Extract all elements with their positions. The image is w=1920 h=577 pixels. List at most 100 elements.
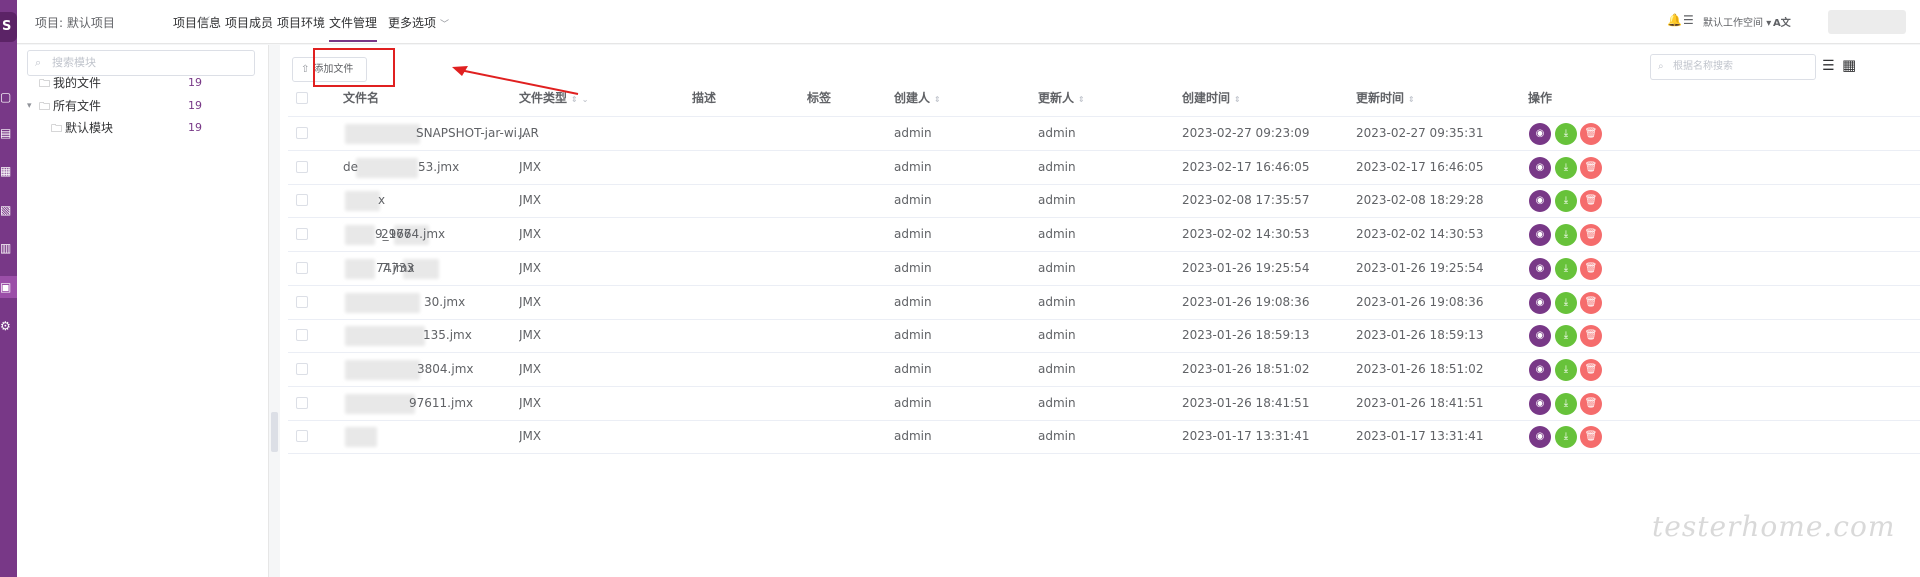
creator-cell: admin: [894, 159, 932, 174]
download-icon[interactable]: ⤓: [1555, 224, 1577, 247]
download-icon[interactable]: ⤓: [1555, 190, 1577, 213]
view-icon[interactable]: ◉: [1529, 224, 1551, 247]
row-checkbox[interactable]: [296, 295, 308, 308]
system-settings-icon[interactable]: ⚙: [0, 315, 17, 337]
app-logo[interactable]: [0, 12, 17, 42]
download-icon[interactable]: ⤓: [1555, 392, 1577, 415]
nav-project-members[interactable]: 项目成员: [225, 12, 273, 34]
nav-project-env[interactable]: 项目环境: [277, 12, 325, 34]
table-row[interactable]: 74733 7.jmx JMX admin admin 2023-01-26 19:25:…: [288, 252, 1920, 286]
delete-icon[interactable]: 🗑: [1580, 123, 1602, 145]
caret-down-icon[interactable]: ▾: [27, 95, 32, 117]
file-name-cell[interactable]: 7.jmx: [381, 252, 581, 285]
nav-more-options[interactable]: 更多选项 ﹀: [388, 12, 449, 36]
file-name-cell[interactable]: 97611.jmx: [409, 387, 609, 420]
table-row[interactable]: SNAPSHOT-jar-wi... JAR admin admin 2023-02-2…: [288, 117, 1920, 151]
row-checkbox[interactable]: [296, 329, 308, 342]
tree-node-all-files[interactable]: 🗀 所有文件: [39, 95, 101, 117]
panel-collapse-handle[interactable]: [271, 412, 278, 452]
delete-icon[interactable]: 🗑: [1580, 156, 1602, 179]
delete-icon[interactable]: 🗑: [1580, 291, 1602, 314]
track-icon[interactable]: ▤: [0, 122, 17, 144]
top-bar: 项目: 默认项目 ﹀ 项目信息 项目成员 项目环境 文件管理 更多选项 ﹀ 🔔 ☰…: [17, 0, 1920, 44]
row-checkbox[interactable]: [296, 160, 308, 173]
row-checkbox[interactable]: [296, 127, 308, 139]
table-row[interactable]: 135.jmx JMX admin admin 2023-01-26 18:59:13 2…: [288, 319, 1920, 354]
sort-icon[interactable]: ⇕: [1078, 95, 1085, 104]
view-icon[interactable]: ◉: [1529, 392, 1551, 415]
name-search-input[interactable]: ⌕ 根据名称搜索: [1650, 54, 1816, 80]
updated-time-cell: 2023-02-08 18:29:28: [1356, 193, 1484, 208]
view-icon[interactable]: ◉: [1529, 291, 1551, 314]
row-checkbox[interactable]: [296, 228, 308, 241]
table-row[interactable]: 30.jmx JMX admin admin 2023-01-26 19:08:36 20…: [288, 286, 1920, 320]
view-icon[interactable]: ◉: [1529, 426, 1551, 449]
created-time-cell: 2023-01-26 18:51:02: [1182, 361, 1310, 376]
view-icon[interactable]: ◉: [1529, 123, 1551, 145]
table-row[interactable]: de 53.jmx JMX admin admin 2023-02-17 16:46:05…: [288, 151, 1920, 185]
download-icon[interactable]: ⤓: [1555, 291, 1577, 314]
api-icon[interactable]: ▦: [0, 160, 17, 182]
project-settings-icon[interactable]: ▣: [0, 276, 17, 298]
row-checkbox[interactable]: [296, 261, 308, 274]
grid-view-icon[interactable]: ▦: [1842, 58, 1856, 73]
view-icon[interactable]: ◉: [1529, 257, 1551, 280]
row-checkbox[interactable]: [296, 396, 308, 409]
col-updater[interactable]: 更新人 ⇕: [1038, 83, 1085, 115]
select-all-checkbox[interactable]: [296, 92, 308, 104]
ui-test-icon[interactable]: ▥: [0, 237, 17, 259]
row-checkbox[interactable]: [296, 430, 308, 443]
file-name-cell[interactable]: x: [378, 184, 578, 217]
sort-icon[interactable]: ⇕: [1408, 95, 1415, 104]
updated-time-cell: 2023-01-26 19:25:54: [1356, 260, 1484, 275]
nav-file-management[interactable]: 文件管理: [329, 12, 378, 42]
table-row[interactable]: 9_167 29764.jmx JMX admin admin 2023-02-02 14…: [288, 218, 1920, 253]
download-icon[interactable]: ⤓: [1555, 325, 1577, 348]
table-row[interactable]: 3804.jmx JMX admin admin 2023-01-26 18:51:02…: [288, 353, 1920, 387]
creator-cell: admin: [894, 294, 932, 309]
table-row[interactable]: x JMX admin admin 2023-02-08 17:35:57 2023-02…: [288, 184, 1920, 219]
list-view-icon[interactable]: ☰: [1822, 59, 1835, 73]
download-icon[interactable]: ⤓: [1555, 426, 1577, 449]
download-icon[interactable]: ⤓: [1555, 358, 1577, 381]
table-row[interactable]: 97611.jmx JMX admin admin 2023-01-26 18:41:5…: [288, 387, 1920, 421]
row-checkbox[interactable]: [296, 194, 308, 207]
sort-icon[interactable]: ⇕: [1234, 95, 1241, 104]
table-row[interactable]: JMX admin admin 2023-01-17 13:31:41 2023-01-…: [288, 420, 1920, 455]
download-icon[interactable]: ⤓: [1555, 257, 1577, 280]
task-list-icon[interactable]: ☰: [1683, 13, 1694, 27]
sort-icon[interactable]: ⇕: [934, 95, 941, 104]
delete-icon[interactable]: 🗑: [1580, 190, 1602, 213]
view-icon[interactable]: ◉: [1529, 325, 1551, 348]
delete-icon[interactable]: 🗑: [1580, 224, 1602, 247]
file-name-cell[interactable]: 29764.jmx: [381, 218, 581, 251]
view-icon[interactable]: ◉: [1529, 156, 1551, 179]
view-icon[interactable]: ◉: [1529, 190, 1551, 213]
file-management-main: ⇧ 添加文件 ⌕ 根据名称搜索 ☰ ▦ 文件名 文件类型 ⇕ ⌄ 描述 标签 创建人 ⇕…: [280, 45, 1920, 577]
col-created-time[interactable]: 创建时间 ⇕: [1182, 83, 1241, 115]
tree-node-default-module[interactable]: 🗀 默认模块: [51, 117, 113, 139]
delete-icon[interactable]: 🗑: [1580, 358, 1602, 381]
delete-icon[interactable]: 🗑: [1580, 392, 1602, 415]
file-type-cell: JMX: [519, 294, 542, 309]
language-icon[interactable]: A文: [1773, 14, 1791, 29]
file-name-cell[interactable]: 3804.jmx: [417, 353, 617, 386]
nav-project-info[interactable]: 项目信息: [173, 12, 221, 34]
row-checkbox[interactable]: [296, 362, 308, 375]
workspace-select[interactable]: 默认工作空间 ▾: [1703, 14, 1771, 29]
delete-icon[interactable]: 🗑: [1580, 325, 1602, 348]
download-icon[interactable]: ⤓: [1555, 156, 1577, 179]
workbench-icon[interactable]: ▢: [0, 86, 17, 108]
user-avatar[interactable]: [1828, 10, 1906, 34]
col-creator[interactable]: 创建人 ⇕: [894, 83, 941, 115]
delete-icon[interactable]: 🗑: [1580, 257, 1602, 280]
bell-icon[interactable]: 🔔: [1667, 13, 1682, 27]
file-name-cell[interactable]: SNAPSHOT-jar-wi...: [416, 117, 616, 150]
tree-node-my-files[interactable]: 🗀 我的文件: [39, 72, 101, 94]
delete-icon[interactable]: 🗑: [1580, 426, 1602, 449]
download-icon[interactable]: ⤓: [1555, 123, 1577, 145]
view-icon[interactable]: ◉: [1529, 358, 1551, 381]
file-name-cell[interactable]: 53.jmx: [418, 151, 618, 184]
performance-icon[interactable]: ▧: [0, 199, 17, 221]
col-updated-time[interactable]: 更新时间 ⇕: [1356, 83, 1415, 115]
